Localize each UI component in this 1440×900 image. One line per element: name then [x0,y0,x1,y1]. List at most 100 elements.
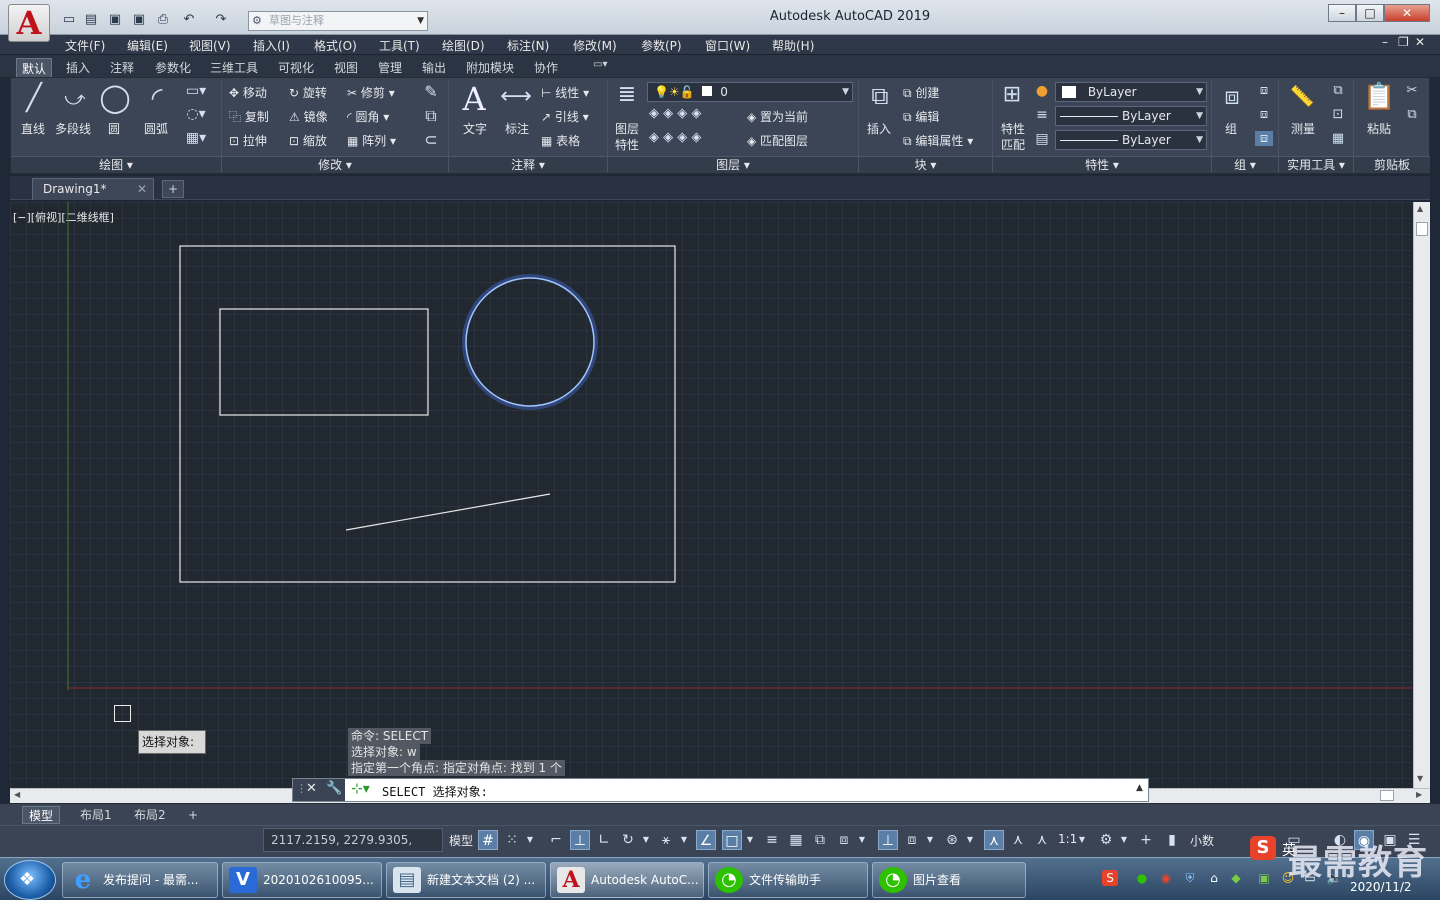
tab-output[interactable]: 输出 [417,58,451,77]
menu-modify[interactable]: 修改(M) [573,37,617,54]
copy-clip-icon[interactable]: ⧉ [1403,107,1421,122]
tab-layout2[interactable]: 布局2 [128,806,172,824]
text-tool-label[interactable]: 文字 [463,120,487,137]
doc-restore-icon[interactable]: ❐ [1398,35,1409,49]
stretch-tool[interactable]: ⊡ 拉伸 [229,132,267,149]
close-icon[interactable]: ✕ [306,781,317,796]
color-dropdown[interactable]: ByLayer ▼ [1055,82,1207,102]
model-space-button[interactable]: 模型 [449,832,473,849]
layer-properties-icon[interactable]: ≣ [611,82,643,107]
3d-osnap-icon[interactable]: ⧈ [834,830,854,850]
tab-parametric[interactable]: 参数化 [150,58,196,77]
wechat-tray-icon[interactable]: ● [1134,870,1150,886]
network-drive-icon[interactable]: ⌂ [1206,870,1222,886]
properties-panel-title[interactable]: 特性 ▾ [993,156,1211,173]
calculator-icon[interactable]: ▦ [1329,131,1347,146]
linetype-dropdown[interactable]: ByLayer ▼ [1055,106,1207,126]
tab-layout1[interactable]: 布局1 [74,806,118,824]
selection-filter-icon[interactable]: ⧈ [902,830,922,850]
print-icon[interactable]: ⎙ [154,12,172,28]
quick-select-icon[interactable]: ⧉ [1329,83,1347,98]
redo-icon[interactable]: ↷ [212,12,230,28]
scale-tool[interactable]: ⊡ 缩放 [289,132,327,149]
tab-manage[interactable]: 管理 [373,58,407,77]
taskbar-item-vnote[interactable]: V 2020102610095... [222,862,382,898]
autoscale-icon[interactable]: ⋏ [1008,830,1028,850]
document-tab[interactable]: Drawing1* ✕ [32,178,154,200]
isodraft-icon[interactable]: ⚹ [656,830,676,850]
leader-tool[interactable]: ↗ 引线 ▾ [541,108,589,125]
application-menu-button[interactable]: A [8,4,50,42]
block-panel-title[interactable]: 块 ▾ [859,156,992,173]
paste-icon[interactable]: 📋 [1363,82,1395,112]
table-tool[interactable]: ▦ 表格 [541,132,580,149]
text-icon[interactable]: A [457,80,491,118]
trim-tool[interactable]: ✂ 修剪 ▾ [347,84,395,101]
save-icon[interactable]: ▣ [106,12,124,28]
lineweight-icon[interactable]: ≡ [1033,107,1051,123]
selection-cycling-icon[interactable]: ⧉ [810,830,830,850]
annotation-panel-title[interactable]: 注释 ▾ [449,156,607,173]
tab-collaborate[interactable]: 协作 [529,58,563,77]
grid-icon[interactable]: # [478,830,498,850]
annotation-scale-icon[interactable]: ⋏ [1032,830,1052,850]
workspace-gear-icon[interactable]: ⚙ [1096,830,1116,850]
erase-icon[interactable]: ✎ [421,82,441,101]
tab-insert[interactable]: 插入 [61,58,95,77]
offset-icon[interactable]: ⊂ [421,130,441,149]
add-layout-icon[interactable]: + [182,806,204,824]
annotation-monitor-icon[interactable]: + [1136,830,1156,850]
tab-annotate[interactable]: 注释 [105,58,139,77]
chevron-down-icon[interactable]: ▼ [640,830,652,850]
doc-close-icon[interactable]: ✕ [1415,35,1425,49]
insert-block-icon[interactable]: ⧉ [863,82,897,110]
circle-tool-label[interactable]: 圆 [108,120,120,137]
line-icon[interactable]: ╱ [19,83,49,113]
menu-window[interactable]: 窗口(W) [705,37,750,54]
hatch-icon[interactable]: ◌▾ [183,106,209,122]
ungroup-icon[interactable]: ⧈ [1255,83,1273,98]
cut-icon[interactable]: ✂ [1403,83,1421,98]
nvidia-icon[interactable]: ◆ [1228,870,1244,886]
close-tab-icon[interactable]: ✕ [137,179,147,199]
menu-file[interactable]: 文件(F) [65,37,105,54]
edit-attributes-tool[interactable]: ⧉ 编辑属性 ▾ [903,132,973,149]
menu-dimension[interactable]: 标注(N) [507,37,549,54]
scroll-left-icon[interactable]: ◀ [14,790,20,799]
arc-icon[interactable]: ◜ [139,81,175,114]
workspace-dropdown[interactable]: ⚙ 草图与注释 ▼ [248,11,428,31]
chevron-down-icon[interactable]: ▼ [524,830,536,850]
transparency-toggle-icon[interactable]: ▦ [786,830,806,850]
chevron-down-icon[interactable]: ▼ [744,830,756,850]
menu-insert[interactable]: 插入(I) [253,37,290,54]
color-wheel-icon[interactable]: ● [1033,83,1051,99]
gpu-icon[interactable]: ▣ [1256,870,1272,886]
tab-default[interactable]: 默认 [16,58,53,78]
draw-panel-title[interactable]: 绘图 ▾ [11,156,221,173]
layer-tools-icons[interactable]: ◈ ◈ ◈ ◈ [649,130,739,145]
weibo-tray-icon[interactable]: ◉ [1158,870,1174,886]
chevron-down-icon[interactable]: ▼ [1076,830,1088,850]
close-button[interactable]: ✕ [1384,4,1430,22]
menu-format[interactable]: 格式(O) [314,37,357,54]
menu-view[interactable]: 视图(V) [189,37,231,54]
arc-tool-label[interactable]: 圆弧 [144,120,168,137]
rectangle-icon[interactable]: ▭▾ [183,83,209,99]
create-block-tool[interactable]: ⧉ 创建 [903,84,939,101]
gizmo-icon[interactable]: ⊛ [942,830,962,850]
group-panel-title[interactable]: 组 ▾ [1212,156,1278,173]
taskbar-item-autocad[interactable]: A Autodesk AutoC... [550,862,704,898]
scroll-right-icon[interactable]: ▶ [1416,790,1422,799]
scroll-down-icon[interactable]: ▼ [1417,774,1423,783]
drawing-canvas[interactable]: [−][俯视][二维线框] [10,202,1412,788]
chevron-down-icon[interactable]: ▼ [924,830,936,850]
open-file-icon[interactable]: ▤ [82,12,100,28]
dynamic-input-icon[interactable]: ⊥ [570,830,590,850]
group-icon[interactable]: ⧈ [1215,82,1249,110]
taskbar-item-ie[interactable]: e 发布提问 - 最需... [62,862,218,898]
infer-constraints-icon[interactable]: ⌐ [546,830,566,850]
vertical-scrollbar[interactable]: ▲ ▼ [1413,202,1430,788]
circle-icon[interactable]: ◯ [99,81,131,114]
sogou-tray-icon[interactable]: S [1102,870,1118,886]
edit-block-tool[interactable]: ⧉ 编辑 [903,108,939,125]
